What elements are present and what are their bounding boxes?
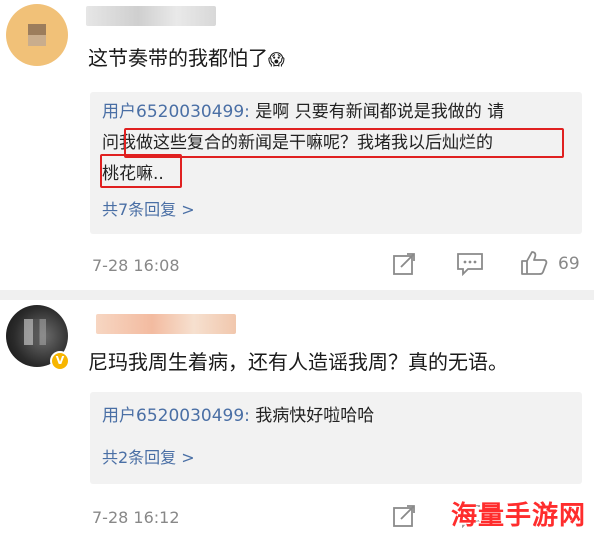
comment-icon <box>457 253 483 277</box>
comment-text: 尼玛我周生着病，还有人造谣我周？真的无语。 <box>88 350 508 374</box>
comment-body: 这节奏带的我都怕了 <box>88 46 268 70</box>
comment-text: 这节奏带的我都怕了😱 <box>88 42 285 71</box>
more-replies-link[interactable]: 共2条回复 > <box>102 444 195 468</box>
share-icon <box>393 253 415 275</box>
like-count: 69 <box>558 254 580 274</box>
reply-text-line1: 我病快好啦哈哈 <box>249 406 375 426</box>
reply-username-link[interactable]: 用户6520030499: <box>102 406 250 426</box>
username-blurred[interactable] <box>96 314 236 334</box>
watermark-logo: 海量手游网 <box>450 501 586 531</box>
share-icon <box>393 505 415 527</box>
share-button[interactable] <box>392 504 418 528</box>
highlight-box <box>124 128 564 158</box>
reply-username-link[interactable]: 用户6520030499: <box>102 102 250 122</box>
comment-button[interactable] <box>456 252 484 277</box>
highlight-box <box>100 154 182 188</box>
reply-box[interactable]: 用户6520030499: 我病快好啦哈哈 共2条回复 > <box>90 392 582 484</box>
verified-badge-icon: V <box>50 351 70 371</box>
username-blurred[interactable] <box>86 6 216 26</box>
avatar-mosaic <box>28 24 46 46</box>
share-button[interactable] <box>392 252 418 276</box>
thumbs-up-icon <box>521 251 548 275</box>
more-replies-link[interactable]: 共7条回复 > <box>102 196 195 220</box>
divider <box>0 290 594 300</box>
reply-text-line1: 是啊 只要有新闻都说是我做的 请 <box>249 102 505 122</box>
reply-text-line2a: 问 <box>102 133 119 153</box>
avatar-mosaic <box>24 319 46 345</box>
comment-timestamp: 7-28 16:08 <box>92 256 180 275</box>
emoji-icon: 😱 <box>268 50 285 69</box>
like-button[interactable]: 69 <box>520 250 586 278</box>
avatar[interactable] <box>6 4 68 66</box>
comment-timestamp: 7-28 16:12 <box>92 508 180 527</box>
